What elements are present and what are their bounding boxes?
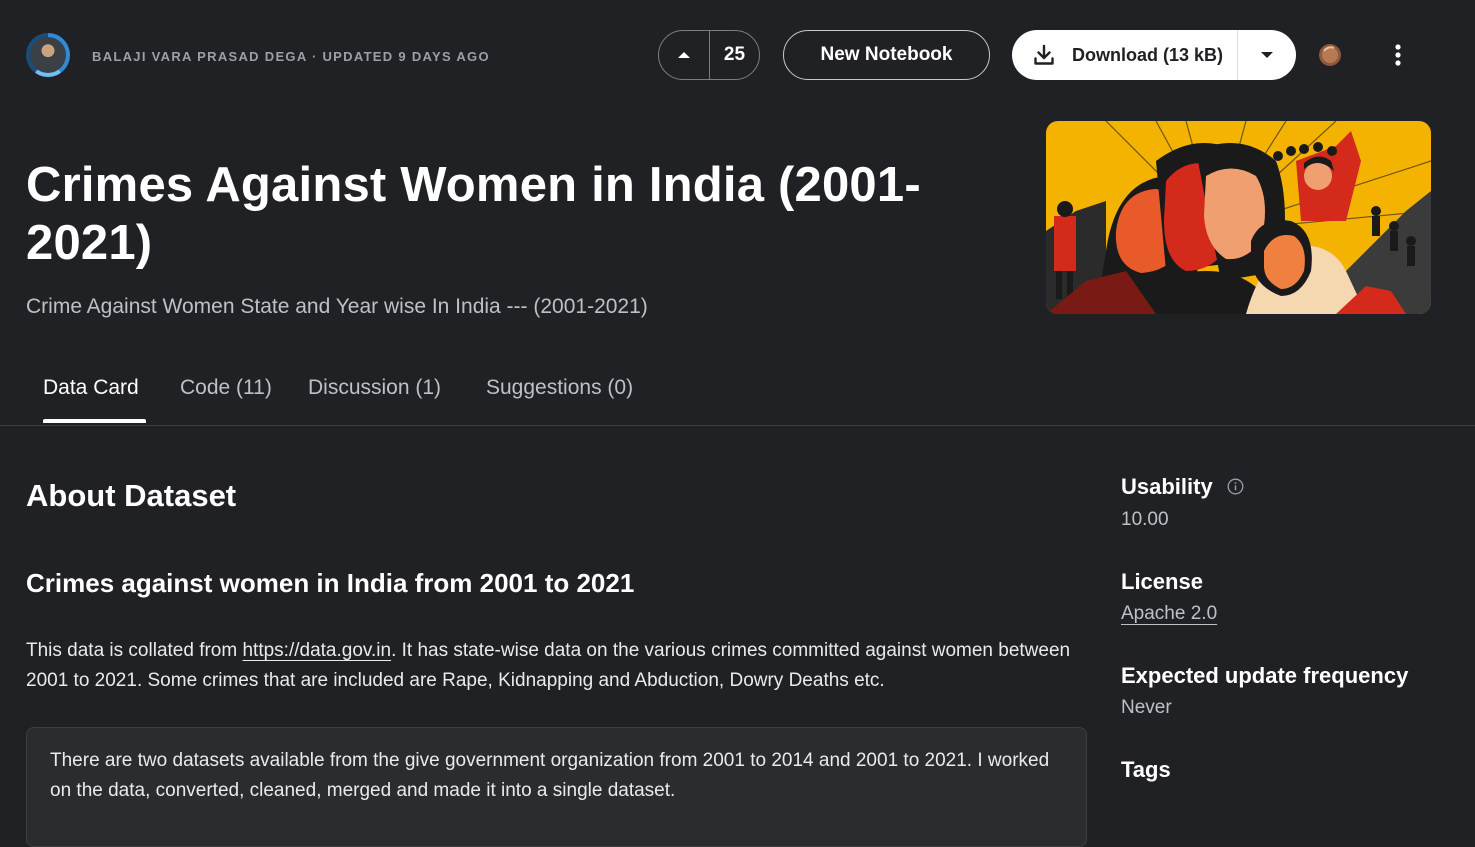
avatar[interactable]: [26, 33, 70, 77]
description-paragraph: This data is collated from https://data.…: [26, 636, 1091, 696]
tags-label: Tags: [1121, 757, 1171, 782]
upvote-button[interactable]: [659, 31, 710, 79]
tab-suggestions[interactable]: Suggestions (0): [486, 376, 633, 400]
license-label: License: [1121, 569, 1203, 594]
active-tab-indicator: [43, 419, 146, 423]
note-block: There are two datasets available from th…: [26, 727, 1087, 847]
about-heading: About Dataset: [26, 478, 237, 513]
vote-count: 25: [723, 44, 746, 65]
upvote-widget: 25: [658, 30, 760, 80]
download-label: Download (13 kB): [1072, 44, 1224, 65]
tab-code[interactable]: Code (11): [180, 376, 272, 400]
top-bar: BALAJI VARA PRASAD DEGA · UPDATED 9 DAYS…: [0, 0, 1475, 110]
description-heading: Crimes against women in India from 2001 …: [26, 568, 635, 598]
update-frequency-value: Never: [1121, 697, 1172, 718]
caret-up-icon: [678, 52, 690, 58]
tab-discussion[interactable]: Discussion (1): [308, 376, 441, 400]
dataset-cover-image: [1046, 121, 1431, 314]
dataset-subtitle: Crime Against Women State and Year wise …: [26, 295, 648, 318]
data-gov-link[interactable]: https://data.gov.in: [242, 640, 391, 661]
chevron-down-icon: [1261, 52, 1273, 58]
avatar-image: [30, 37, 66, 73]
info-icon[interactable]: [1227, 478, 1244, 495]
download-button[interactable]: Download (13 kB): [1012, 30, 1239, 80]
byline: BALAJI VARA PRASAD DEGA · UPDATED 9 DAYS…: [92, 49, 490, 64]
dataset-title: Crimes Against Women in India (2001-2021…: [26, 158, 921, 270]
usability-label: Usability: [1121, 474, 1213, 499]
download-icon: [1034, 44, 1054, 65]
update-frequency-label: Expected update frequency: [1121, 663, 1409, 688]
paragraph-prefix: This data is collated from: [26, 640, 243, 661]
tab-bar: Data Card Code (11) Discussion (1) Sugge…: [0, 360, 1475, 426]
download-split-button: Download (13 kB): [1012, 30, 1296, 80]
bronze-medal-icon: [1319, 44, 1341, 66]
tab-data-card[interactable]: Data Card: [43, 376, 139, 400]
usability-value: 10.00: [1121, 509, 1169, 530]
download-options-button[interactable]: [1238, 47, 1296, 63]
more-vert-icon[interactable]: [1386, 42, 1410, 68]
new-notebook-button[interactable]: New Notebook: [783, 30, 990, 80]
license-link[interactable]: Apache 2.0: [1121, 603, 1217, 625]
